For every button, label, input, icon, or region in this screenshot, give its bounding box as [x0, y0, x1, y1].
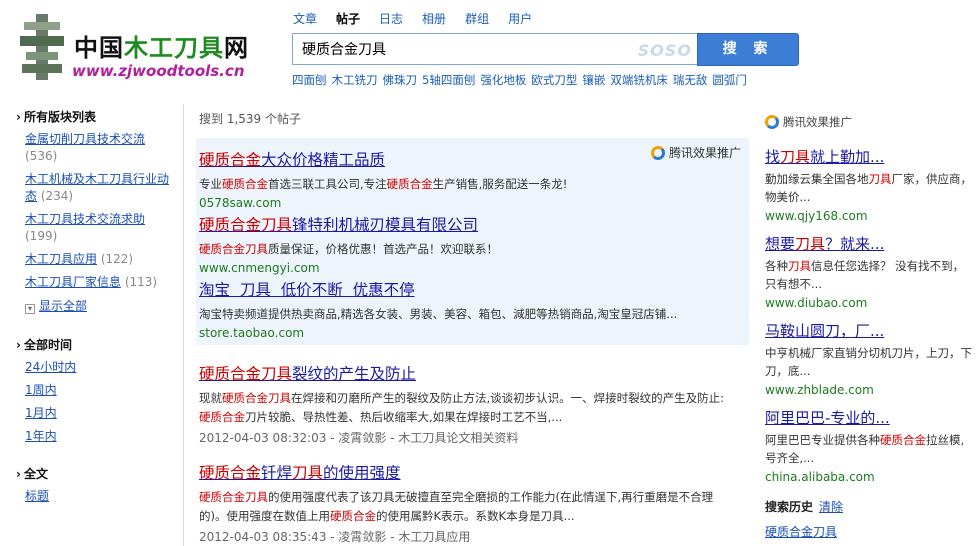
history-item[interactable]: 硬质合金刀具 [765, 523, 965, 540]
result-title-link[interactable]: 硬质合金大众价格精工品质 [199, 148, 744, 170]
sponsored-result: 硬质合金刀具锋特利机械刃模具有限公司 硬质合金刀具质量保证，价格优惠！首选产品！… [199, 213, 744, 275]
result-title-link[interactable]: 硬质合金刀具锋特利机械刃模具有限公司 [199, 213, 744, 235]
right-ad-title[interactable]: 阿里巴巴-专业的... [765, 407, 976, 428]
tab-groups[interactable]: 群组 [465, 10, 489, 28]
hot-link[interactable]: 欧式刀型 [531, 73, 577, 87]
history-title: 搜索历史 [765, 500, 814, 514]
right-ad-url[interactable]: www.zhblade.com [765, 383, 976, 397]
result-title-link[interactable]: 硬质合金刀具裂纹的产生及防止 [199, 362, 744, 384]
right-ad-title[interactable]: 找刀具就上勤加... [765, 146, 976, 167]
time-filter: 全部时间 24小时内 1周内 1月内 1年内 [16, 336, 176, 445]
tab-logs[interactable]: 日志 [379, 10, 403, 28]
text-title: 全文 [16, 465, 176, 482]
nav-tabs: 文章 帖子 日志 相册 群组 用户 [293, 10, 551, 28]
board-link[interactable]: 木工刀具技术交流求助 [25, 212, 145, 226]
tab-users[interactable]: 用户 [508, 10, 532, 28]
post-result: 硬质合金钎焊刀具的使用强度 硬质合金刀具的使用强度代表了该刀具无破擅直至完全磨损… [199, 461, 744, 545]
right-ad-title[interactable]: 想要刀具？就来... [765, 233, 976, 254]
board-count: (536) [25, 149, 58, 163]
result-url[interactable]: 0578saw.com [199, 196, 744, 210]
hot-keywords: 四面刨 木工铣刀 佛珠刀 5轴四面刨 强化地板 欧式刀型 镶嵌 双端铣机床 瑞无敌 圆弧门 [292, 72, 752, 88]
cutter-logo-icon [20, 14, 64, 80]
result-snippet: 专业硬质合金首选三联工具公司,专注硬质合金生产销售,服务配送一条龙! [199, 177, 568, 191]
board-count: (113) [124, 275, 158, 289]
search-input[interactable] [293, 34, 633, 64]
soso-logo-icon: SOSO [637, 41, 692, 60]
right-ad-snippet: 各种刀具信息任您选择？ 没有找不到， 只有想不... [765, 259, 965, 291]
board-item: 木工刀具技术交流求助 (199) [16, 211, 176, 245]
time-option[interactable]: 24小时内 [25, 360, 76, 374]
sponsored-result: 硬质合金大众价格精工品质 专业硬质合金首选三联工具公司,专注硬质合金生产销售,服… [199, 148, 744, 210]
board-item: 木工刀具厂家信息 (113) [16, 274, 176, 291]
clear-history-link[interactable]: 清除 [819, 500, 843, 514]
text-option-title[interactable]: 标题 [25, 489, 49, 503]
filter-sidebar: 所有版块列表 金属切削刀具技术交流 (536) 木工机械及木工刀具行业动态 (23… [16, 108, 176, 525]
hot-link[interactable]: 5轴四面刨 [422, 73, 475, 87]
time-title: 全部时间 [16, 336, 176, 353]
hot-link[interactable]: 四面刨 [292, 73, 327, 87]
board-link[interactable]: 木工刀具厂家信息 [25, 275, 121, 289]
tab-albums[interactable]: 相册 [422, 10, 446, 28]
right-ad-label: 腾讯效果推广 [765, 114, 852, 130]
post-result: 硬质合金刀具裂纹的产生及防止 现就硬质合金刀具在焊接和刃磨所产生的裂纹及防止方法… [199, 362, 744, 446]
show-all: ▾ 显示全部 [16, 297, 176, 314]
hot-link[interactable]: 强化地板 [480, 73, 526, 87]
result-snippet: 淘宝特卖频道提供热卖商品,精选各女装、男装、美容、箱包、減肥等热销商品,淘宝皇冠… [199, 307, 678, 321]
site-logo[interactable]: 中国木工刀具网 www.zjwoodtools.cn [14, 8, 266, 84]
right-ad-url[interactable]: www.qjy168.com [765, 209, 976, 223]
column-divider [183, 104, 184, 546]
result-meta: 2012-04-03 08:35:43 - 凌霄敛影 - 木工刀具应用 [199, 530, 471, 544]
text-filter: 全文 标题 [16, 465, 176, 505]
hot-link[interactable]: 佛珠刀 [383, 73, 418, 87]
hot-link[interactable]: 镶嵌 [582, 73, 605, 87]
right-ad-snippet: 勤加缘云集全国各地刀具厂家，供应商， 物美价... [765, 172, 972, 204]
result-snippet: 硬质合金刀具质量保证，价格优惠！首选产品！欢迎联系！ [199, 242, 498, 256]
tencent-ad-icon [765, 115, 779, 129]
time-option[interactable]: 1月内 [25, 406, 57, 420]
right-ad-url[interactable]: www.diubao.com [765, 296, 976, 310]
result-snippet: 硬质合金刀具的使用强度代表了该刀具无破擅直至完全磨损的工作能力(在此情逞下,再行… [199, 490, 714, 523]
hot-link[interactable]: 瑞无敌 [673, 73, 708, 87]
tab-posts[interactable]: 帖子 [336, 10, 360, 28]
board-item: 金属切削刀具技术交流 (536) [16, 131, 176, 165]
hot-link[interactable]: 圆弧门 [712, 73, 747, 87]
time-option[interactable]: 1年内 [25, 429, 57, 443]
right-ad: 想要刀具？就来... 各种刀具信息任您选择？ 没有找不到， 只有想不... www… [765, 233, 976, 310]
result-meta: 2012-04-03 08:32:03 - 凌霄敛影 - 木工刀具论文相关资料 [199, 431, 519, 445]
board-item: 木工刀具应用 (122) [16, 251, 176, 268]
right-ad: 找刀具就上勤加... 勤加缘云集全国各地刀具厂家，供应商， 物美价... www.… [765, 146, 976, 223]
expand-icon[interactable]: ▾ [25, 304, 35, 314]
board-count: (122) [100, 252, 134, 266]
result-count: 搜到 1,539 个帖子 [199, 112, 301, 126]
time-option[interactable]: 1周内 [25, 383, 57, 397]
right-ad-url[interactable]: china.alibaba.com [765, 470, 976, 484]
result-snippet: 现就硬质合金刀具在焊接和刃磨所产生的裂纹及防止方法,谈谈初步认识。一、焊接时裂纹… [199, 391, 725, 424]
hot-link[interactable]: 双端铣机床 [610, 73, 668, 87]
right-ad-snippet: 阿里巴巴专业提供各种硬质合金拉丝模, 号齐全,... [765, 433, 965, 465]
search-button[interactable]: 搜 索 [697, 33, 799, 66]
result-url[interactable]: www.cnmengyi.com [199, 261, 744, 275]
right-ad: 阿里巴巴-专业的... 阿里巴巴专业提供各种硬质合金拉丝模, 号齐全,... ch… [765, 407, 976, 484]
right-ad: 马鞍山圆刀，厂... 中亨机械厂家直销分切机刀片，上刀，下 刀，底... www.… [765, 320, 976, 397]
search-box: SOSO [292, 33, 698, 65]
right-ad-title[interactable]: 马鞍山圆刀，厂... [765, 320, 976, 341]
right-ad-snippet: 中亨机械厂家直销分切机刀片，上刀，下 刀，底... [765, 346, 972, 378]
board-count: (234) [40, 189, 74, 203]
show-all-link[interactable]: 显示全部 [39, 299, 87, 313]
tab-articles[interactable]: 文章 [293, 10, 317, 28]
board-link[interactable]: 金属切削刀具技术交流 [25, 132, 145, 146]
sponsored-result: 淘宝 刀具 低价不断 优惠不停 淘宝特卖频道提供热卖商品,精选各女装、男装、美容… [199, 278, 744, 340]
hot-link[interactable]: 木工铣刀 [332, 73, 378, 87]
result-url[interactable]: store.taobao.com [199, 326, 744, 340]
board-item: 木工机械及木工刀具行业动态 (234) [16, 171, 176, 205]
boards-title: 所有版块列表 [16, 108, 176, 125]
board-link[interactable]: 木工刀具应用 [25, 252, 97, 266]
search-history: 搜索历史 清除 硬质合金刀具 [765, 498, 965, 540]
board-count: (199) [25, 229, 58, 243]
result-title-link[interactable]: 淘宝 刀具 低价不断 优惠不停 [199, 278, 744, 300]
result-title-link[interactable]: 硬质合金钎焊刀具的使用强度 [199, 461, 744, 483]
